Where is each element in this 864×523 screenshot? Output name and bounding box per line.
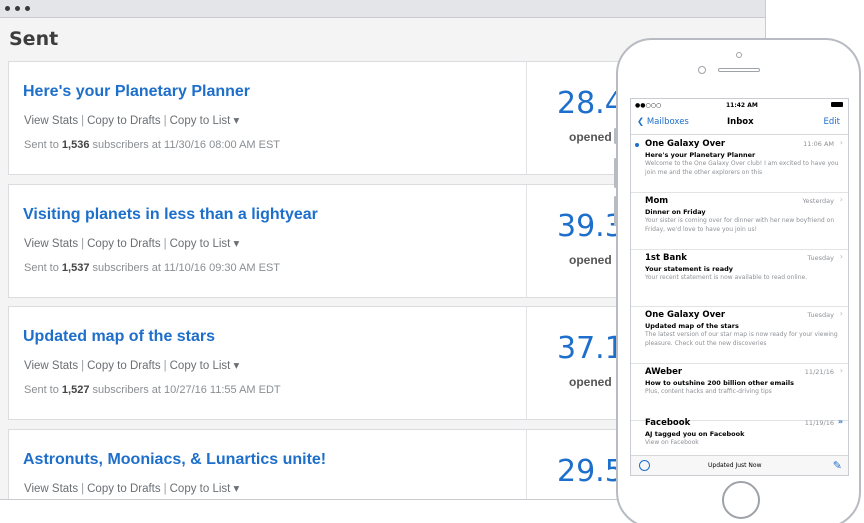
- copy-to-drafts-link[interactable]: Copy to Drafts: [87, 238, 161, 250]
- proximity-sensor: [736, 52, 742, 58]
- copy-to-drafts-link[interactable]: Copy to Drafts: [87, 115, 161, 127]
- sent-info: Sent to 1,537 subscribers at 11/10/16 09…: [24, 262, 281, 274]
- mute-switch: [614, 128, 617, 144]
- copy-to-list-dropdown[interactable]: Copy to List ▾: [170, 360, 240, 372]
- view-stats-link[interactable]: View Stats: [24, 483, 78, 495]
- mail-date: Yesterday: [802, 197, 834, 205]
- front-camera: [698, 66, 706, 74]
- mail-date: Tuesday: [807, 311, 834, 319]
- edit-button[interactable]: Edit: [824, 117, 840, 127]
- mail-preview: The latest version of our star map is no…: [645, 331, 838, 347]
- mail-subject: AJ tagged you on Facebook: [645, 430, 745, 438]
- mail-item[interactable]: AWeber 11/21/16 › How to outshine 200 bi…: [631, 364, 848, 421]
- card-divider: [526, 430, 527, 499]
- campaign-title-link[interactable]: Here's your Planetary Planner: [23, 83, 250, 101]
- mail-preview: Welcome to the One Galaxy Over club! I a…: [645, 160, 839, 176]
- open-rate-label: opened: [569, 130, 612, 144]
- copy-to-drafts-link[interactable]: Copy to Drafts: [87, 360, 161, 372]
- mail-item[interactable]: 1st Bank Tuesday › Your statement is rea…: [631, 250, 848, 307]
- mailboxes-back-button[interactable]: ❮ Mailboxes: [637, 117, 689, 127]
- view-stats-link[interactable]: View Stats: [24, 238, 78, 250]
- card-divider: [526, 62, 527, 174]
- sent-info: Sent to 1,536 subscribers at 11/30/16 08…: [24, 139, 281, 151]
- status-bar: ●●○○○ 11:42 AM: [631, 99, 848, 111]
- chevron-right-icon: ›: [839, 138, 843, 147]
- subscriber-count: 1,537: [61, 262, 90, 274]
- compose-icon[interactable]: ✎: [833, 459, 842, 472]
- chevron-left-icon: ❮: [637, 117, 647, 127]
- home-button[interactable]: [722, 481, 760, 519]
- mail-toolbar: Updated Just Now ✎: [631, 455, 848, 475]
- view-stats-link[interactable]: View Stats: [24, 115, 78, 127]
- updated-status: Updated Just Now: [708, 462, 762, 469]
- battery-icon: [831, 102, 843, 107]
- mail-preview: Your recent statement is now available t…: [645, 274, 808, 281]
- window-control-dot[interactable]: [15, 6, 20, 11]
- earpiece-speaker: [718, 68, 760, 72]
- mail-sender: One Galaxy Over: [645, 139, 726, 149]
- mail-item[interactable]: One Galaxy Over 11:06 AM › Here's your P…: [631, 136, 848, 193]
- campaign-title-link[interactable]: Visiting planets in less than a lightyea…: [23, 206, 318, 224]
- mail-date: Tuesday: [807, 254, 834, 262]
- mail-preview: View on Facebook: [645, 439, 699, 446]
- mail-sender: One Galaxy Over: [645, 310, 726, 320]
- open-rate-label: opened: [569, 253, 612, 267]
- double-chevron-icon: »: [837, 417, 843, 426]
- signal-indicator: ●●○○○: [635, 102, 662, 109]
- chevron-right-icon: ›: [839, 309, 843, 318]
- open-rate-value: 37.1: [557, 331, 624, 366]
- volume-button: [614, 196, 617, 226]
- sent-info: Sent to 1,527 subscribers at 10/27/16 11…: [24, 384, 281, 396]
- copy-to-list-dropdown[interactable]: Copy to List ▾: [170, 238, 240, 250]
- view-stats-link[interactable]: View Stats: [24, 360, 78, 372]
- open-rate-label: opened: [569, 375, 612, 389]
- mail-subject: Updated map of the stars: [645, 322, 739, 330]
- campaign-title-link[interactable]: Astronuts, Mooniacs, & Lunartics unite!: [23, 451, 326, 469]
- mail-item[interactable]: Mom Yesterday › Dinner on Friday Your si…: [631, 193, 848, 250]
- open-rate-value: 28.4: [557, 86, 624, 121]
- mail-sender: Mom: [645, 196, 669, 206]
- mail-preview: Your sister is coming over for dinner wi…: [645, 217, 835, 233]
- chevron-right-icon: ›: [839, 366, 843, 375]
- filter-icon[interactable]: [639, 460, 650, 471]
- campaign-actions: View Stats | Copy to Drafts | Copy to List ▾: [24, 360, 240, 372]
- copy-to-list-dropdown[interactable]: Copy to List ▾: [170, 483, 240, 495]
- mail-subject: How to outshine 200 billion other emails: [645, 379, 794, 387]
- unread-dot-icon: [635, 143, 639, 147]
- mail-date: 11:06 AM: [803, 140, 834, 148]
- card-divider: [526, 185, 527, 297]
- status-time: 11:42 AM: [726, 102, 758, 109]
- inbox-title: Inbox: [727, 117, 754, 127]
- campaign-actions: View Stats | Copy to Drafts | Copy to List ▾: [24, 115, 240, 127]
- volume-button: [614, 158, 617, 188]
- subscriber-count: 1,536: [61, 139, 90, 151]
- copy-to-drafts-link[interactable]: Copy to Drafts: [87, 483, 161, 495]
- chevron-right-icon: ›: [839, 195, 843, 204]
- mail-sender: AWeber: [645, 367, 683, 377]
- mail-sender: Facebook: [645, 418, 691, 428]
- mail-subject: Your statement is ready: [645, 265, 733, 273]
- subscriber-count: 1,527: [61, 384, 90, 396]
- chevron-right-icon: ›: [839, 252, 843, 261]
- phone-screen: ●●○○○ 11:42 AM ❮ Mailboxes Inbox Edit On…: [630, 98, 849, 476]
- window-control-dot[interactable]: [5, 6, 10, 11]
- page-title: Sent: [9, 28, 59, 50]
- open-rate-value: 29.5: [557, 454, 624, 489]
- mail-date: 11/21/16: [804, 368, 834, 376]
- mail-item[interactable]: One Galaxy Over Tuesday › Updated map of…: [631, 307, 848, 364]
- window-titlebar: [0, 0, 765, 18]
- window-control-dot[interactable]: [25, 6, 30, 11]
- copy-to-list-dropdown[interactable]: Copy to List ▾: [170, 115, 240, 127]
- card-divider: [526, 307, 527, 419]
- mail-subject: Here's your Planetary Planner: [645, 151, 756, 159]
- campaign-title-link[interactable]: Updated map of the stars: [23, 328, 215, 346]
- mail-preview: Plus, content hacks and traffic-driving …: [645, 388, 772, 395]
- mail-navbar: ❮ Mailboxes Inbox Edit: [631, 111, 848, 135]
- phone-mockup: ●●○○○ 11:42 AM ❮ Mailboxes Inbox Edit On…: [614, 38, 861, 523]
- mail-date: 11/19/16: [804, 419, 834, 427]
- campaign-actions: View Stats | Copy to Drafts | Copy to List ▾: [24, 483, 240, 495]
- mail-subject: Dinner on Friday: [645, 208, 706, 216]
- campaign-actions: View Stats | Copy to Drafts | Copy to List ▾: [24, 238, 240, 250]
- mail-sender: 1st Bank: [645, 253, 687, 263]
